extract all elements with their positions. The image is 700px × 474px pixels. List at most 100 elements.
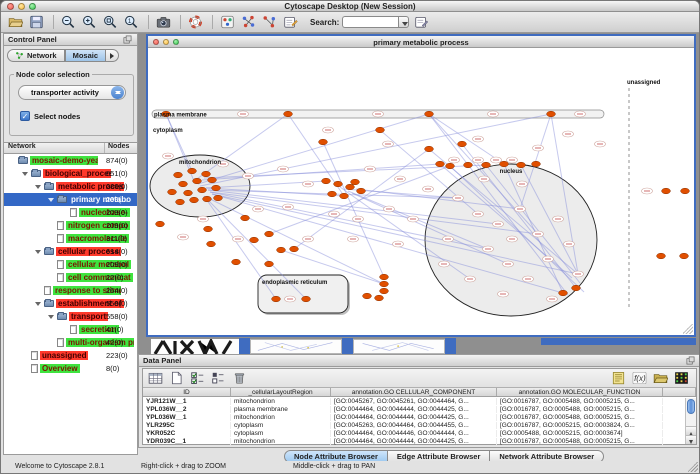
graph-node[interactable]	[357, 188, 366, 194]
select-nodes-checkbox[interactable]: ✓	[20, 111, 30, 121]
toolbar-button-vizmapper-icon[interactable]	[219, 14, 238, 31]
graph-node[interactable]	[208, 177, 217, 183]
graph-node[interactable]	[241, 215, 250, 221]
tree-row[interactable]: transport558(0)	[4, 310, 137, 323]
graph-node[interactable]	[517, 162, 526, 168]
tree-row[interactable]: cell communicat22(0)	[4, 271, 137, 284]
float-panel-icon[interactable]	[123, 35, 133, 45]
tree-row[interactable]: nucleobase-209(0)	[4, 206, 137, 219]
graph-node[interactable]	[446, 163, 455, 169]
graph-node[interactable]	[277, 247, 286, 253]
graph-node[interactable]	[681, 188, 690, 194]
tab-scroll-arrow[interactable]	[106, 49, 119, 62]
tree-column-nodes[interactable]: Nodes	[105, 143, 129, 153]
graph-node[interactable]	[340, 193, 349, 199]
tree-column-network[interactable]: Network	[4, 143, 105, 153]
graph-node[interactable]	[363, 293, 372, 299]
table-row[interactable]: YLR295Ccytoplasm[GO:0045263, GO:0044464,…	[143, 421, 696, 429]
frame-resize-grip[interactable]	[683, 324, 693, 334]
scroll-down-arrow[interactable]	[686, 435, 696, 444]
graph-node[interactable]	[334, 181, 343, 187]
table-row[interactable]: YDR039C__1mitochondrion[GO:0044464, GO:0…	[143, 437, 696, 445]
tree-row[interactable]: macromolecule311(0)	[4, 232, 137, 245]
graph-node[interactable]	[559, 290, 568, 296]
tree-row[interactable]: cellular metabol209(0)	[4, 258, 137, 271]
graph-node[interactable]	[380, 274, 389, 280]
toolbar-button-snapshot-camera-icon[interactable]	[155, 14, 174, 31]
graph-node[interactable]	[436, 161, 445, 167]
toolbar-button-open-file-icon[interactable]	[7, 14, 26, 31]
scroll-up-arrow[interactable]	[686, 426, 696, 435]
tree-row[interactable]: primary metabo209(...	[4, 193, 137, 206]
graph-node[interactable]	[351, 179, 360, 185]
tree-row[interactable]: cellular process614(0)	[4, 245, 137, 258]
graph-node[interactable]	[204, 226, 213, 232]
select-nodes-option[interactable]: ✓ Select nodes	[20, 111, 80, 121]
table-row[interactable]: YPL036W__2plasma membrane[GO:0044464, GO…	[143, 405, 696, 413]
network-canvas[interactable]: plasma membranecytoplasmmitochondrionnuc…	[148, 48, 694, 335]
table-column-header[interactable]: ID	[143, 388, 231, 396]
graph-node[interactable]	[680, 253, 689, 259]
graph-node[interactable]	[662, 188, 671, 194]
graph-node[interactable]	[198, 187, 207, 193]
table-column-header[interactable]	[663, 388, 696, 396]
graph-node[interactable]	[193, 178, 202, 184]
toolbar-button-new-attribute-icon[interactable]	[168, 370, 187, 387]
table-row[interactable]: YKR052Ccytoplasm[GO:0044464, GO:0044446,…	[143, 429, 696, 437]
toolbar-button-matrix-icon[interactable]	[673, 370, 692, 387]
tree-row[interactable]: Overview8(0)	[4, 362, 137, 375]
toolbar-button-select-attributes-icon[interactable]	[189, 370, 208, 387]
graph-node[interactable]	[284, 111, 293, 117]
graph-node[interactable]	[176, 199, 185, 205]
toolbar-button-help-lifesaver-icon[interactable]	[187, 14, 206, 31]
search-input[interactable]	[342, 16, 398, 28]
tree-row[interactable]: multi-organism pro42(0)	[4, 336, 137, 349]
toolbar-button-layout-edges-icon[interactable]	[261, 14, 280, 31]
toolbar-button-attribute-editor-icon[interactable]	[282, 14, 301, 31]
toolbar-button-save-icon[interactable]	[28, 14, 47, 31]
toolbar-button-attribute-list-icon[interactable]	[610, 370, 629, 387]
tree-row[interactable]: secretion41(0)	[4, 323, 137, 336]
graph-node[interactable]	[250, 237, 259, 243]
tab-mosaic[interactable]: Mosaic	[65, 49, 106, 62]
tree-row[interactable]: metabolic process280(0)	[4, 180, 137, 193]
graph-node[interactable]	[265, 231, 274, 237]
window-titlebar[interactable]: Cytoscape Desktop (New Session)	[1, 1, 699, 12]
tree-row[interactable]: unassigned223(0)	[4, 349, 137, 362]
graph-node[interactable]	[482, 162, 491, 168]
graph-node[interactable]	[290, 246, 299, 252]
graph-node[interactable]	[207, 241, 216, 247]
graph-node[interactable]	[547, 111, 556, 117]
graph-node[interactable]	[380, 281, 389, 287]
graph-node[interactable]	[572, 285, 581, 291]
toolbar-button-zoom-out-icon[interactable]	[60, 14, 79, 31]
tree-row[interactable]: biological_process651(0)	[4, 167, 137, 180]
toolbar-button-zoom-in-icon[interactable]	[81, 14, 100, 31]
toolbar-button-search-config-icon[interactable]	[413, 14, 432, 31]
graph-node[interactable]	[302, 296, 311, 302]
node-color-dropdown[interactable]: transporter activity	[18, 85, 126, 100]
toolbar-button-delete-attribute-icon[interactable]	[231, 370, 250, 387]
network-frame-titlebar[interactable]: primary metabolic process	[148, 36, 694, 48]
graph-node[interactable]	[532, 161, 541, 167]
table-row[interactable]: YJR121W__1mitochondrion[GO:0045267, GO:0…	[143, 397, 696, 405]
toolbar-button-formula-icon[interactable]: f(x)	[631, 370, 650, 387]
graph-node[interactable]	[376, 127, 385, 133]
tree-row[interactable]: establishment of lo558(0)	[4, 297, 137, 310]
scrollbar-thumb[interactable]	[687, 399, 695, 414]
tab-network[interactable]: Network	[7, 49, 65, 62]
float-panel-icon[interactable]	[686, 356, 696, 366]
table-column-header[interactable]: annotation.GO MOLECULAR_FUNCTION	[497, 388, 663, 396]
toolbar-button-zoom-selected-icon[interactable]	[102, 14, 121, 31]
table-column-header[interactable]: annotation.GO CELLULAR_COMPONENT	[331, 388, 497, 396]
graph-node[interactable]	[265, 261, 274, 267]
table-scrollbar[interactable]	[685, 398, 696, 444]
toolbar-button-attribute-table-icon[interactable]	[147, 370, 166, 387]
graph-node[interactable]	[346, 184, 355, 190]
window-resize-grip[interactable]	[688, 462, 698, 472]
tree-row[interactable]: response to stimulu264(0)	[4, 284, 137, 297]
graph-node[interactable]	[425, 111, 434, 117]
graph-node[interactable]	[657, 253, 666, 259]
toolbar-button-import-attributes-icon[interactable]	[652, 370, 671, 387]
table-row[interactable]: YPL036W__1mitochondrion[GO:0044464, GO:0…	[143, 413, 696, 421]
